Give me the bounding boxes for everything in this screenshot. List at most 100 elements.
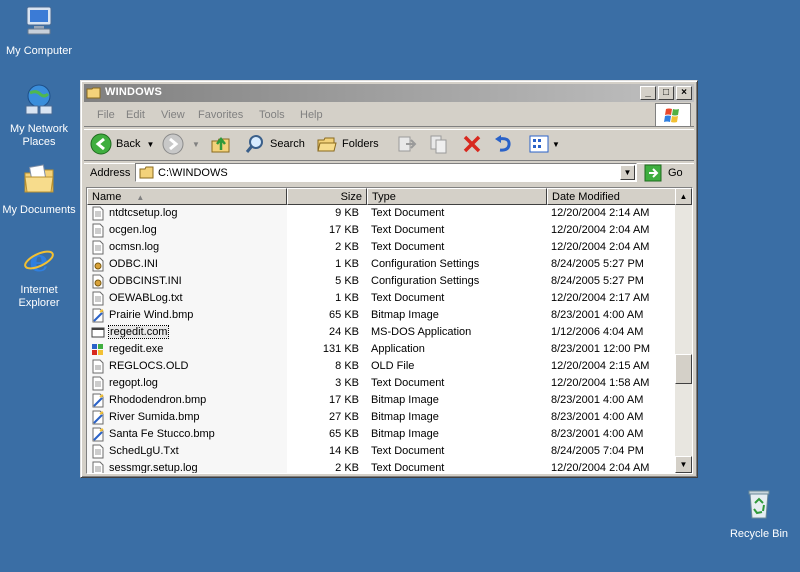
chevron-down-icon[interactable]: ▼ — [192, 140, 200, 149]
scroll-thumb[interactable] — [675, 354, 692, 384]
file-name: sessmgr.setup.log — [109, 462, 198, 474]
search-button[interactable]: Search — [244, 132, 305, 156]
go-button[interactable]: Go — [644, 163, 683, 183]
delete-button[interactable] — [461, 132, 483, 156]
dos-app-icon — [91, 325, 105, 340]
file-date: 8/24/2005 7:04 PM — [551, 445, 644, 457]
desktop-icon-internet-explorer[interactable]: e Internet Explorer — [1, 243, 77, 310]
file-size: 2 KB — [335, 462, 359, 474]
menu-help[interactable]: Help — [300, 109, 323, 121]
file-type: Text Document — [371, 207, 445, 219]
file-date: 12/20/2004 2:14 AM — [551, 207, 650, 219]
text-file-icon — [91, 461, 105, 473]
maximize-button[interactable]: □ — [658, 86, 674, 100]
file-row[interactable]: regedit.com 24 KB MS-DOS Application 1/12/2… — [87, 324, 677, 341]
menu-file[interactable]: File — [97, 109, 115, 121]
file-name: SchedLgU.Txt — [109, 445, 179, 457]
file-date: 8/23/2001 12:00 PM — [551, 343, 651, 355]
menu-view[interactable]: View — [161, 109, 185, 121]
file-row[interactable]: ODBCINST.INI 5 KB Configuration Settings 8/… — [87, 273, 677, 290]
file-type: MS-DOS Application — [371, 326, 472, 338]
file-size: 17 KB — [329, 394, 359, 406]
file-row[interactable]: OEWABLog.txt 1 KB Text Document 12/20/2004 … — [87, 290, 677, 307]
back-button[interactable]: Back ▼ — [90, 132, 154, 156]
forward-button[interactable]: ▼ — [162, 132, 200, 156]
search-label: Search — [270, 138, 305, 150]
desktop-icon-my-computer[interactable]: My Computer — [1, 4, 77, 58]
explorer-window: WINDOWS _ □ × File Edit View Favorites T… — [80, 80, 698, 478]
window-title: WINDOWS — [105, 86, 163, 98]
views-button[interactable]: ▼ — [528, 132, 560, 156]
file-name: ODBC.INI — [109, 258, 158, 270]
file-size: 14 KB — [329, 445, 359, 457]
file-row[interactable]: REGLOCS.OLD 8 KB OLD File 12/20/2004 2:15 A… — [87, 358, 677, 375]
chevron-down-icon[interactable]: ▼ — [552, 140, 560, 149]
file-row[interactable]: SchedLgU.Txt 14 KB Text Document 8/24/2005 … — [87, 443, 677, 460]
column-date-label: Date Modified — [552, 191, 620, 203]
column-type-label: Type — [372, 191, 396, 203]
file-size: 17 KB — [329, 224, 359, 236]
column-header-type[interactable]: Type — [367, 188, 547, 205]
file-row[interactable]: ocmsn.log 2 KB Text Document 12/20/2004 2:0… — [87, 239, 677, 256]
up-folder-button[interactable] — [210, 132, 232, 156]
file-type: Text Document — [371, 462, 445, 474]
file-type: Bitmap Image — [371, 428, 439, 440]
file-row[interactable]: regedit.exe 131 KB Application 8/23/2001 12… — [87, 341, 677, 358]
menu-tools[interactable]: Tools — [259, 109, 285, 121]
file-type: Text Document — [371, 241, 445, 253]
menu-favorites[interactable]: Favorites — [198, 109, 243, 121]
vertical-scrollbar[interactable]: ▲ ▼ — [675, 188, 692, 473]
move-to-button[interactable] — [396, 132, 418, 156]
file-name: Rhododendron.bmp — [109, 394, 207, 406]
file-size: 131 KB — [322, 343, 359, 355]
file-row[interactable]: sessmgr.setup.log 2 KB Text Document 12/20/… — [87, 460, 677, 474]
menu-edit[interactable]: Edit — [126, 109, 145, 121]
delete-x-icon — [463, 135, 481, 153]
move-to-icon — [398, 136, 417, 152]
address-input[interactable]: C:\WINDOWS ▼ — [135, 163, 637, 182]
text-file-icon — [91, 291, 105, 306]
file-row[interactable]: regopt.log 3 KB Text Document 12/20/2004 1:… — [87, 375, 677, 392]
scroll-down-button[interactable]: ▼ — [675, 456, 692, 473]
desktop-icon-my-documents[interactable]: My Documents — [1, 163, 77, 217]
desktop-icon-recycle-bin[interactable]: Recycle Bin — [721, 487, 797, 541]
file-date: 12/20/2004 2:15 AM — [551, 360, 650, 372]
address-bar: Address C:\WINDOWS ▼ Go — [84, 162, 694, 184]
file-row[interactable]: Santa Fe Stucco.bmp 65 KB Bitmap Image 8/23… — [87, 426, 677, 443]
file-row[interactable]: River Sumida.bmp 27 KB Bitmap Image 8/23/20… — [87, 409, 677, 426]
file-name: ODBCINST.INI — [109, 275, 182, 287]
file-row[interactable]: ntdtcsetup.log 9 KB Text Document 12/20/200… — [87, 205, 677, 222]
file-type: Text Document — [371, 377, 445, 389]
column-header-date[interactable]: Date Modified — [547, 188, 677, 205]
close-button[interactable]: × — [676, 86, 692, 100]
menu-bar: File Edit View Favorites Tools Help — [84, 105, 694, 125]
file-row[interactable]: Prairie Wind.bmp 65 KB Bitmap Image 8/23/20… — [87, 307, 677, 324]
file-date: 12/20/2004 2:04 AM — [551, 241, 650, 253]
chevron-down-icon[interactable]: ▼ — [146, 140, 154, 149]
address-dropdown-button[interactable]: ▼ — [620, 165, 635, 180]
copy-to-button[interactable] — [428, 132, 450, 156]
file-type: Text Document — [371, 445, 445, 457]
file-row[interactable]: ODBC.INI 1 KB Configuration Settings 8/24/2… — [87, 256, 677, 273]
column-header-size[interactable]: Size — [287, 188, 367, 205]
file-type: Configuration Settings — [371, 275, 480, 287]
undo-button[interactable] — [492, 132, 514, 156]
folder-icon — [86, 87, 101, 99]
minimize-button[interactable]: _ — [640, 86, 656, 100]
copy-to-icon — [430, 135, 447, 154]
file-date: 8/23/2001 4:00 AM — [551, 428, 644, 440]
file-size: 1 KB — [335, 292, 359, 304]
folders-button[interactable]: Folders — [316, 132, 379, 156]
recycle-bin-icon — [748, 490, 770, 519]
file-type: Bitmap Image — [371, 411, 439, 423]
file-date: 12/20/2004 2:17 AM — [551, 292, 650, 304]
file-row[interactable]: Rhododendron.bmp 17 KB Bitmap Image 8/23/20… — [87, 392, 677, 409]
file-row[interactable]: ocgen.log 17 KB Text Document 12/20/2004 2:… — [87, 222, 677, 239]
column-header-name[interactable]: Name ▲ — [87, 188, 287, 205]
title-bar[interactable]: WINDOWS _ □ × — [84, 84, 694, 102]
bitmap-file-icon — [91, 393, 105, 408]
desktop-icon-label: Recycle Bin — [729, 528, 789, 540]
desktop-icon-my-network-places[interactable]: My Network Places — [1, 82, 77, 149]
desktop-icon-label: My Documents — [2, 204, 76, 216]
scroll-up-button[interactable]: ▲ — [675, 188, 692, 205]
